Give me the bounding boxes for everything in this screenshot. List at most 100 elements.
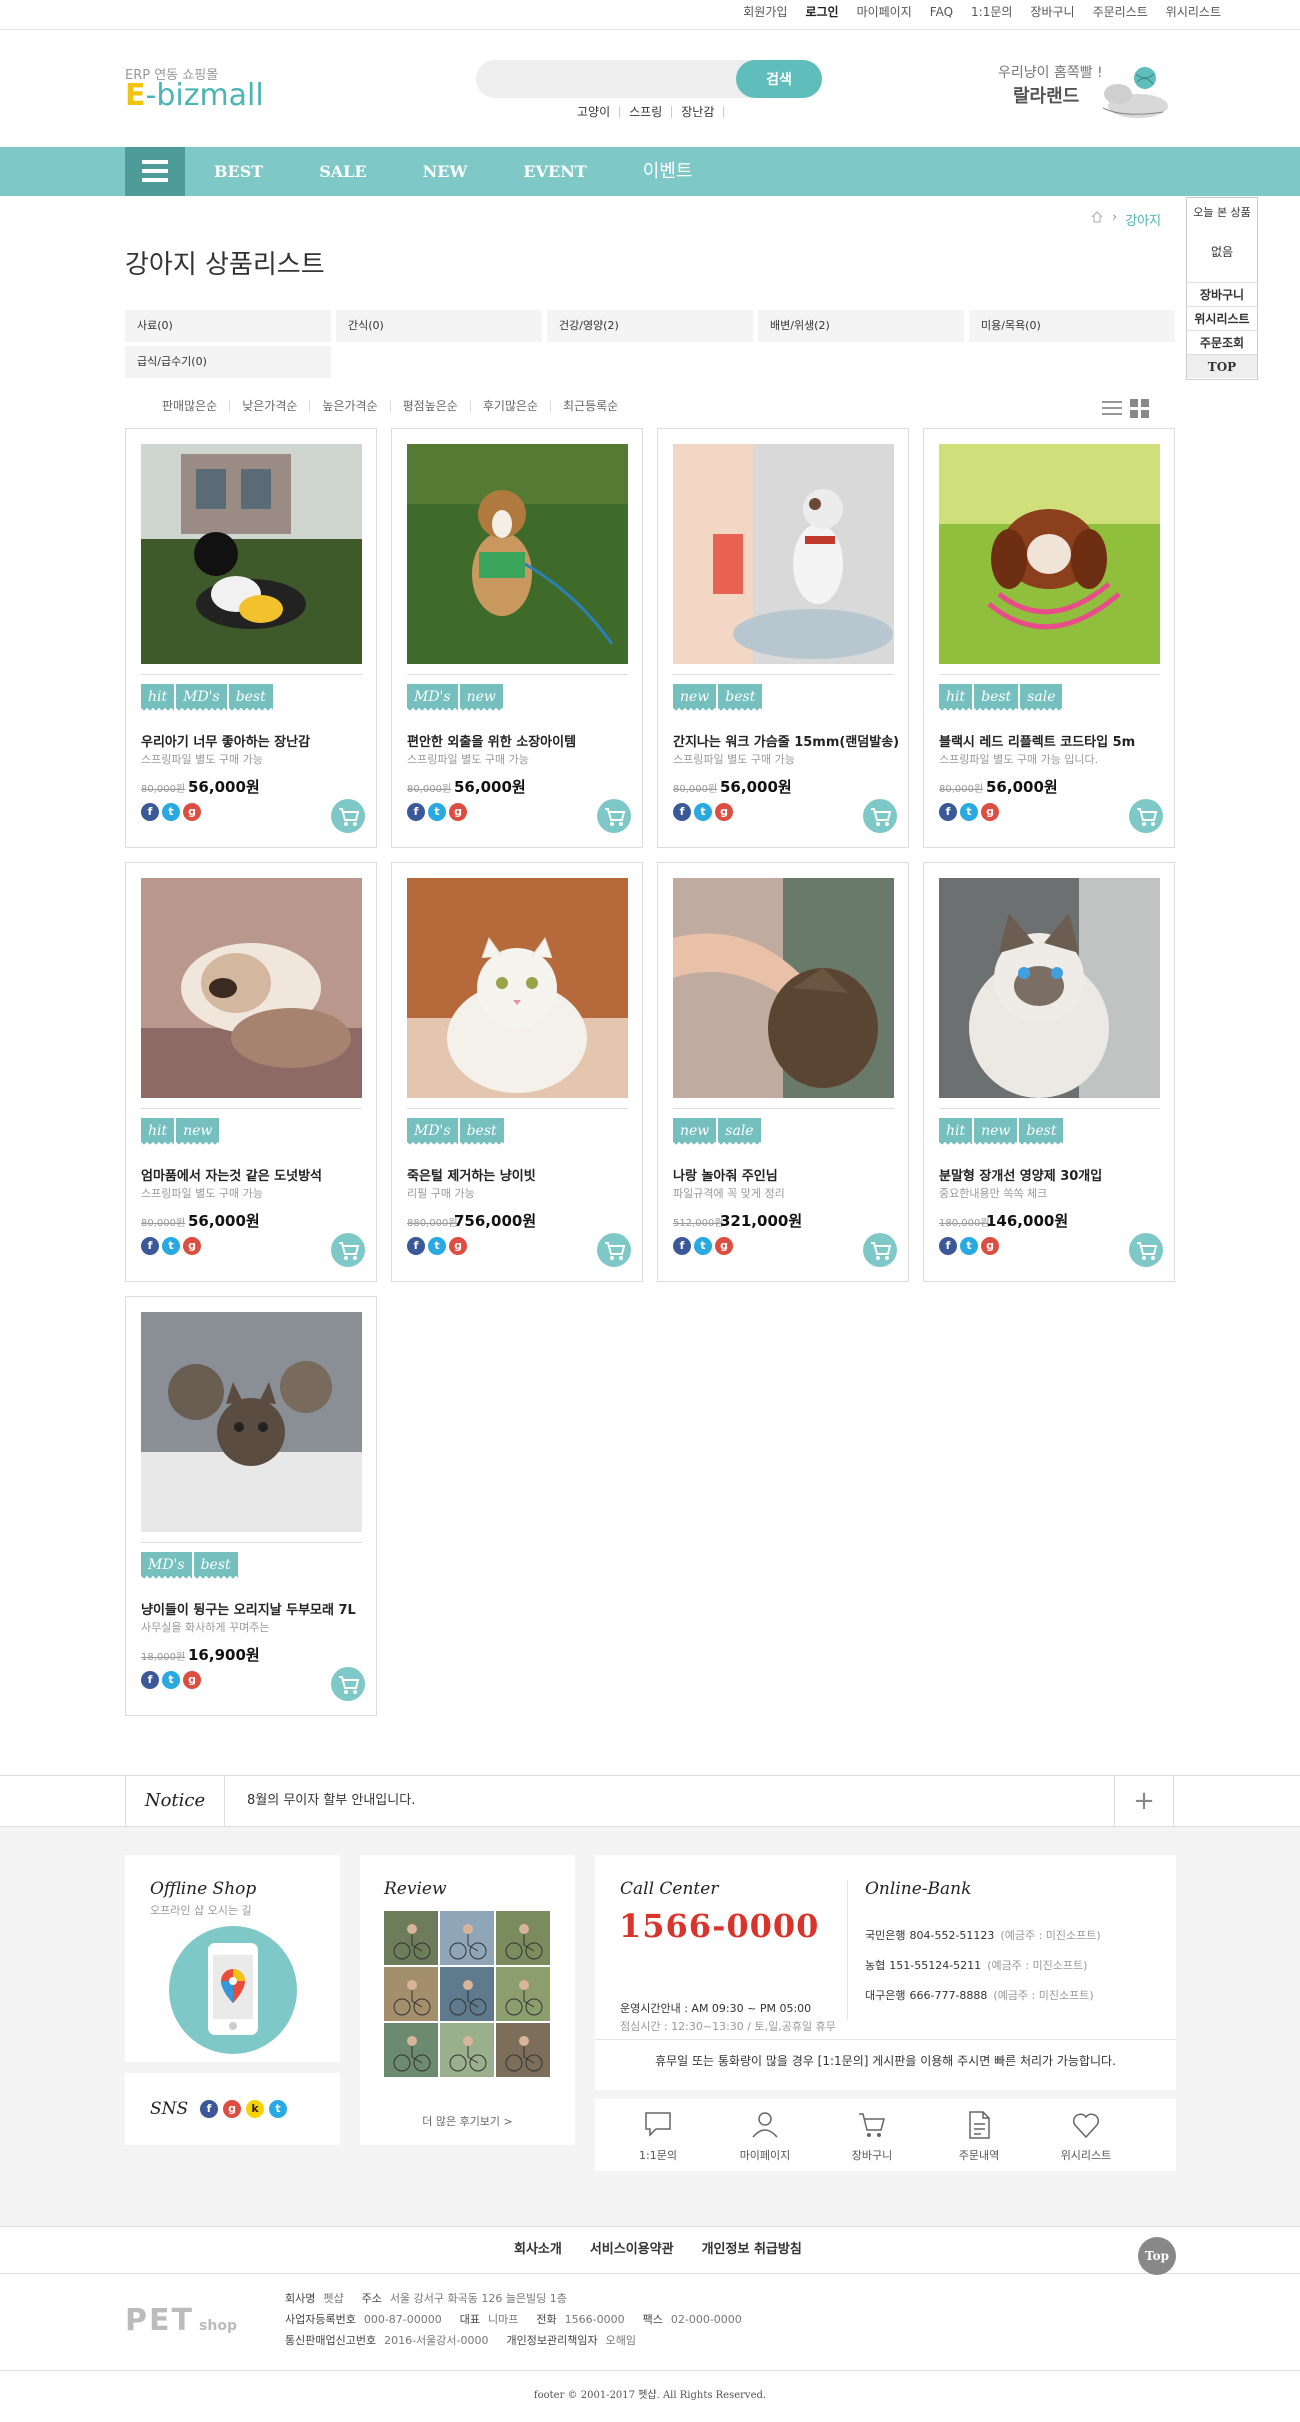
review-thumbnail[interactable] xyxy=(440,1967,494,2021)
footer-link[interactable]: 개인정보 취급방침 xyxy=(688,2227,816,2273)
nav-item[interactable]: 이벤트 xyxy=(615,147,721,196)
notice-more-button[interactable]: + xyxy=(1114,1776,1174,1826)
sort-option[interactable]: 최근등록순 xyxy=(551,400,630,412)
category-item[interactable]: 사료(0) xyxy=(125,310,331,342)
google-plus-icon[interactable]: g xyxy=(449,1237,467,1255)
product-image[interactable] xyxy=(673,878,894,1098)
product-name[interactable]: 편안한 외출을 위한 소장아이템 xyxy=(407,731,637,750)
product-card[interactable]: hit new best 분말형 장개선 영양제 30개입 중요한내용만 쏙쏙 체크 18… xyxy=(923,862,1175,1282)
google-plus-icon[interactable]: g xyxy=(981,1237,999,1255)
product-image[interactable] xyxy=(407,878,628,1098)
category-item[interactable]: 간식(0) xyxy=(336,310,542,342)
facebook-icon[interactable]: f xyxy=(407,803,425,821)
product-image[interactable] xyxy=(141,1312,362,1532)
twitter-icon[interactable]: t xyxy=(162,803,180,821)
sort-option[interactable]: 판매많은순 xyxy=(150,400,231,412)
twitter-icon[interactable]: t xyxy=(269,2100,287,2118)
product-image[interactable] xyxy=(939,878,1160,1098)
twitter-icon[interactable]: t xyxy=(694,803,712,821)
nav-item[interactable]: BEST xyxy=(186,147,291,196)
twitter-icon[interactable]: t xyxy=(428,803,446,821)
facebook-icon[interactable]: f xyxy=(141,803,159,821)
quick-menu-item[interactable]: 장바구니 xyxy=(1187,282,1257,306)
sort-option[interactable]: 평점높은순 xyxy=(391,400,471,412)
product-image[interactable] xyxy=(939,444,1160,664)
list-view-icon[interactable] xyxy=(1102,398,1122,418)
product-card[interactable]: new best 간지나는 워크 가슴줄 15mm(랜덤발송) 스프링파일 별도 구매… xyxy=(657,428,909,848)
product-image[interactable] xyxy=(673,444,894,664)
quick-menu-item[interactable]: 주문조회 xyxy=(1187,330,1257,354)
review-thumbnail[interactable] xyxy=(496,2023,550,2077)
search-input[interactable] xyxy=(476,60,746,98)
google-plus-icon[interactable]: g xyxy=(715,803,733,821)
facebook-icon[interactable]: f xyxy=(939,1237,957,1255)
top-link[interactable]: 회원가입 xyxy=(734,0,796,24)
product-image[interactable] xyxy=(141,878,362,1098)
shortcut-item[interactable]: 주문내역 xyxy=(934,2109,1024,2163)
notice-text[interactable]: 8월의 무이자 할부 안내입니다. xyxy=(247,1776,415,1826)
keyword-link[interactable]: 스프링 xyxy=(620,106,673,118)
product-card[interactable]: hit new 엄마품에서 자는것 같은 도넛방석 스프링파일 별도 구매 가능 80,… xyxy=(125,862,377,1282)
add-to-cart-icon[interactable] xyxy=(597,1233,631,1267)
keyword-link[interactable]: 장난감 xyxy=(672,106,725,118)
google-plus-icon[interactable]: g xyxy=(449,803,467,821)
shortcut-item[interactable]: 1:1문의 xyxy=(613,2109,703,2163)
more-reviews-link[interactable]: 더 많은 후기보기 > xyxy=(360,2113,575,2129)
top-link[interactable]: 장바구니 xyxy=(1021,0,1083,24)
sort-option[interactable]: 높은가격순 xyxy=(310,400,391,412)
product-image[interactable] xyxy=(141,444,362,664)
kakao-icon[interactable]: k xyxy=(246,2100,264,2118)
add-to-cart-icon[interactable] xyxy=(1129,799,1163,833)
grid-view-icon[interactable] xyxy=(1130,398,1150,418)
product-image[interactable] xyxy=(407,444,628,664)
facebook-icon[interactable]: f xyxy=(673,1237,691,1255)
review-thumbnail[interactable] xyxy=(440,2023,494,2077)
product-card[interactable]: hit MD's best 우리아기 너무 좋아하는 장난감 스프링파일 별도 구매 가… xyxy=(125,428,377,848)
add-to-cart-icon[interactable] xyxy=(331,799,365,833)
facebook-icon[interactable]: f xyxy=(200,2100,218,2118)
breadcrumb-current[interactable]: 강아지 xyxy=(1125,210,1161,229)
keyword-link[interactable]: 고양이 xyxy=(568,106,621,118)
review-thumbnail[interactable] xyxy=(384,2023,438,2077)
sort-option[interactable]: 낮은가격순 xyxy=(230,400,311,412)
quick-menu-item[interactable]: TOP xyxy=(1187,354,1257,378)
twitter-icon[interactable]: t xyxy=(162,1237,180,1255)
add-to-cart-icon[interactable] xyxy=(863,799,897,833)
nav-item[interactable]: SALE xyxy=(291,147,394,196)
product-card[interactable]: MD's best 죽은털 제거하는 냥이빗 리필 구매 가능 880,000원 756,… xyxy=(391,862,643,1282)
home-icon[interactable] xyxy=(1090,210,1104,224)
review-thumbnail[interactable] xyxy=(496,1911,550,1965)
google-plus-icon[interactable]: g xyxy=(183,803,201,821)
search-button[interactable]: 검색 xyxy=(736,60,822,98)
top-link[interactable]: 위시리스트 xyxy=(1157,0,1230,24)
review-thumbnail[interactable] xyxy=(440,1911,494,1965)
hamburger-menu-icon[interactable] xyxy=(125,147,185,196)
add-to-cart-icon[interactable] xyxy=(1129,1233,1163,1267)
product-name[interactable]: 죽은털 제거하는 냥이빗 xyxy=(407,1165,637,1184)
google-plus-icon[interactable]: g xyxy=(223,2100,241,2118)
facebook-icon[interactable]: f xyxy=(141,1237,159,1255)
product-card[interactable]: new sale 나랑 놀아줘 주인님 파일규격에 꼭 맞게 정리 512,000원 32… xyxy=(657,862,909,1282)
twitter-icon[interactable]: t xyxy=(694,1237,712,1255)
quick-menu-item[interactable]: 위시리스트 xyxy=(1187,306,1257,330)
product-name[interactable]: 블랙시 레드 리플렉트 코드타입 5m xyxy=(939,731,1169,750)
product-name[interactable]: 나랑 놀아줘 주인님 xyxy=(673,1165,903,1184)
site-logo[interactable]: E-bizmall xyxy=(125,78,264,113)
product-card[interactable]: MD's new 편안한 외출을 위한 소장아이템 스프링파일 별도 구매 가능 80,… xyxy=(391,428,643,848)
google-plus-icon[interactable]: g xyxy=(183,1671,201,1689)
product-name[interactable]: 우리아기 너무 좋아하는 장난감 xyxy=(141,731,371,750)
facebook-icon[interactable]: f xyxy=(673,803,691,821)
shortcut-item[interactable]: 장바구니 xyxy=(827,2109,917,2163)
offline-shop-box[interactable]: Offline Shop 오프라인 샵 오시는 길 xyxy=(125,1855,340,2062)
review-thumbnail[interactable] xyxy=(496,1967,550,2021)
google-plus-icon[interactable]: g xyxy=(183,1237,201,1255)
scroll-top-button[interactable]: Top xyxy=(1138,2237,1176,2275)
google-plus-icon[interactable]: g xyxy=(715,1237,733,1255)
nav-item[interactable]: EVENT xyxy=(495,147,614,196)
add-to-cart-icon[interactable] xyxy=(331,1667,365,1701)
twitter-icon[interactable]: t xyxy=(960,803,978,821)
twitter-icon[interactable]: t xyxy=(960,1237,978,1255)
twitter-icon[interactable]: t xyxy=(428,1237,446,1255)
top-link[interactable]: 1:1문의 xyxy=(962,0,1021,24)
google-plus-icon[interactable]: g xyxy=(981,803,999,821)
